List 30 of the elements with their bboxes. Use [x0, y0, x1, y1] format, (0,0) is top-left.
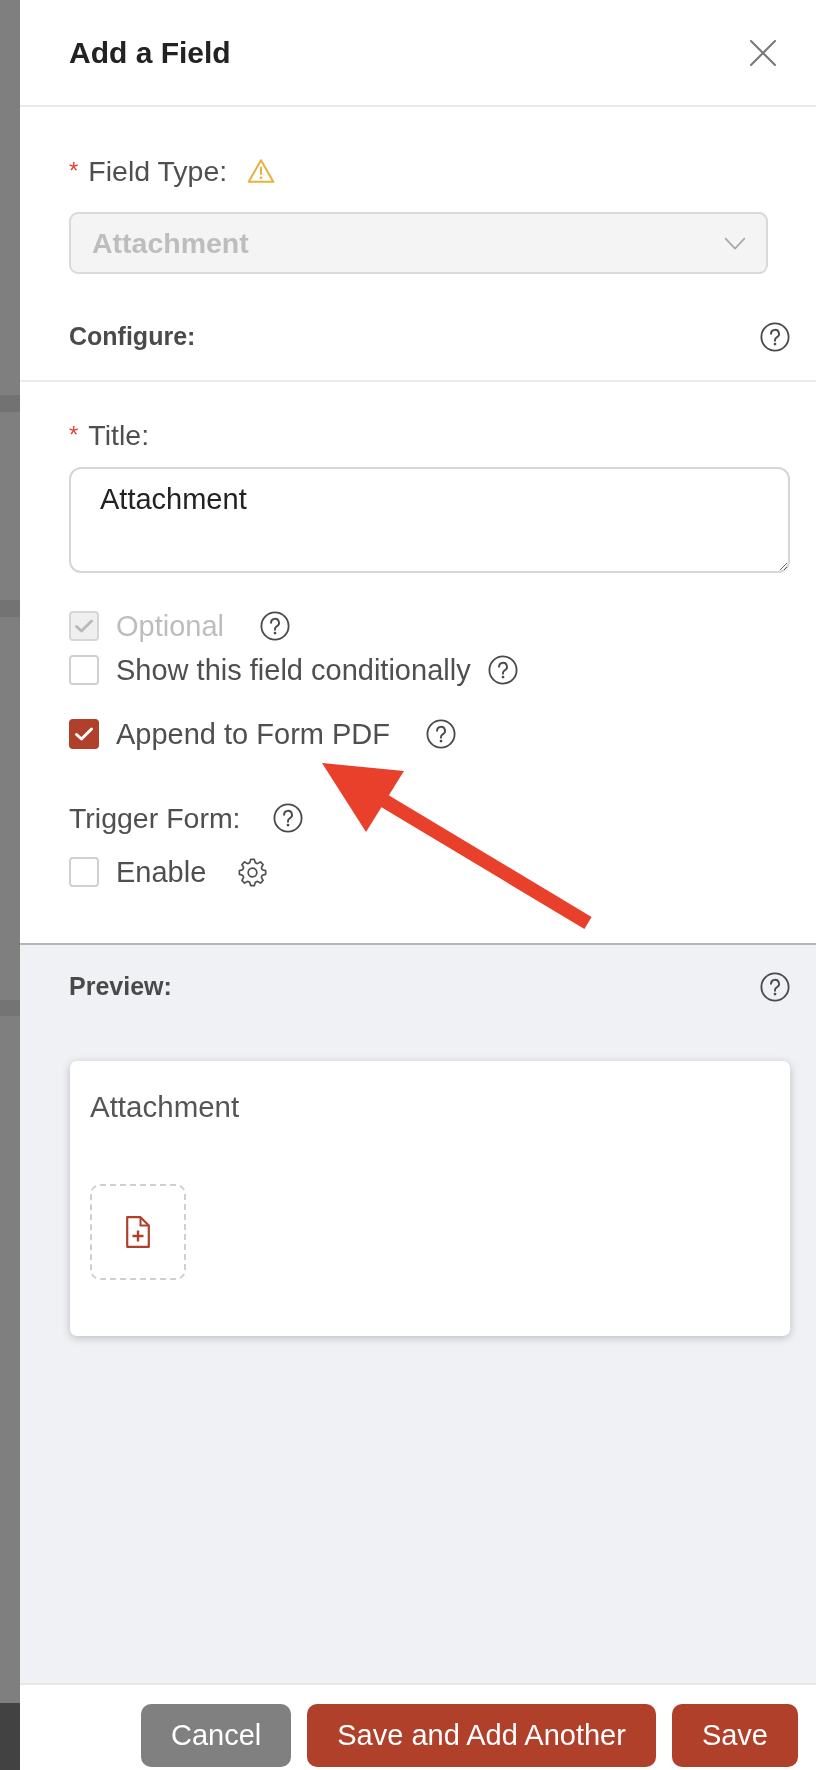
help-icon[interactable]: [760, 972, 790, 1002]
gear-icon[interactable]: [238, 857, 268, 887]
file-plus-icon: [125, 1215, 151, 1249]
checkmark-icon: [74, 726, 94, 742]
checkmark-icon: [74, 618, 94, 634]
field-label: Title:: [88, 418, 150, 452]
chevron-down-icon: [724, 236, 746, 250]
dialog-title: Add a Field: [69, 34, 231, 71]
save-button[interactable]: Save and Add Another: [307, 1704, 656, 1767]
checkbox[interactable]: [69, 719, 99, 749]
checkbox-label: Enable: [116, 855, 207, 889]
checkbox-label: Optional: [116, 609, 224, 643]
checkbox-label: Show this field conditionally: [116, 653, 471, 687]
title-input[interactable]: Attachment: [69, 467, 790, 573]
cancel-button[interactable]: Cancel: [140, 1704, 292, 1767]
checkbox-label: Append to Form PDF: [116, 717, 390, 751]
help-icon[interactable]: [487, 655, 518, 685]
help-icon[interactable]: [426, 719, 456, 749]
help-icon[interactable]: [760, 322, 790, 352]
field-label: Trigger Form:: [69, 801, 241, 835]
section-heading: Configure:: [69, 321, 196, 353]
upload-dropzone[interactable]: [90, 1184, 186, 1280]
field-label: Attachment: [90, 1090, 240, 1124]
section-heading: Preview:: [69, 971, 172, 1003]
save-button[interactable]: Save: [671, 1704, 798, 1767]
required-marker: *: [69, 420, 79, 450]
field-label: Field Type:: [88, 154, 228, 188]
help-icon[interactable]: [272, 803, 303, 833]
close-icon[interactable]: [749, 38, 777, 67]
required-marker: *: [69, 156, 79, 186]
